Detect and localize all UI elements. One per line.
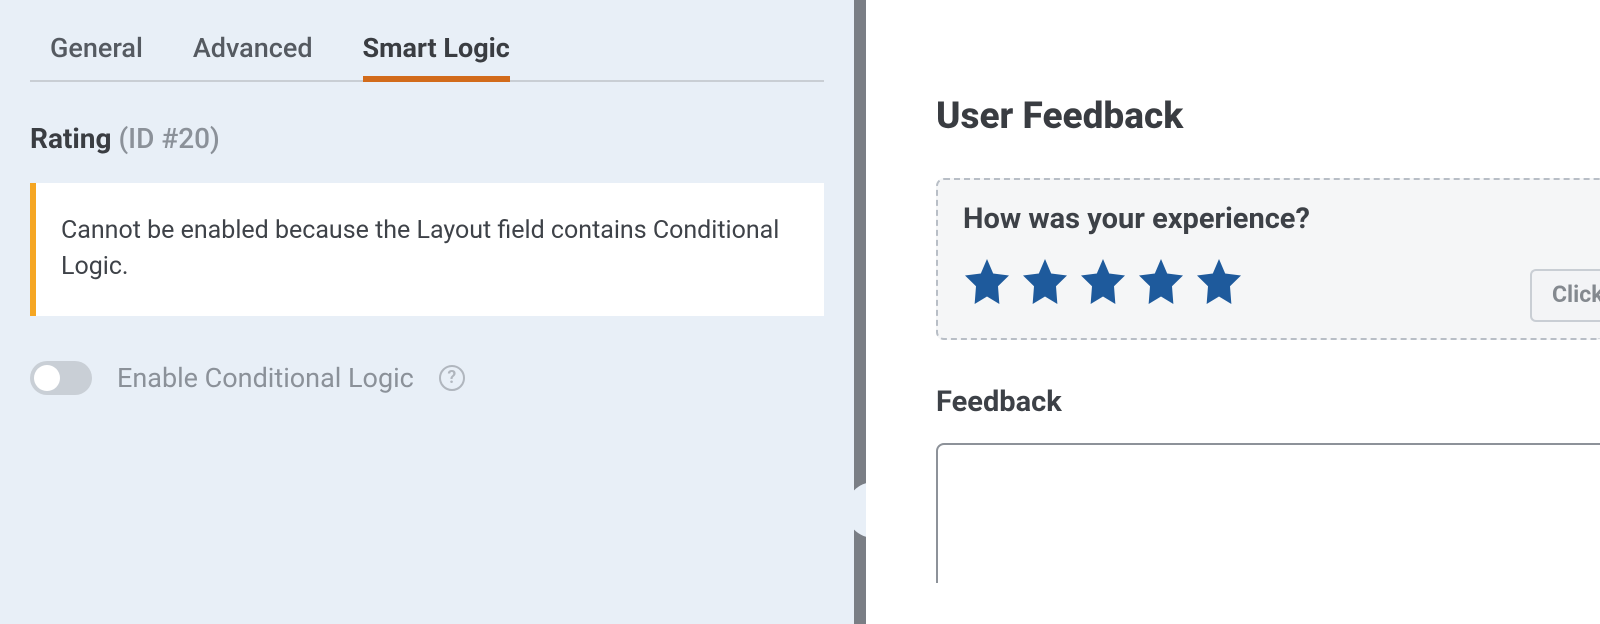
tab-smart-logic[interactable]: Smart Logic [363,20,510,80]
star-rating[interactable] [963,258,1600,306]
help-icon[interactable]: ? [439,365,465,391]
settings-panel: General Advanced Smart Logic Rating (ID … [0,0,854,624]
rating-field-label: How was your experience? [963,202,1600,236]
field-heading: Rating (ID #20) [30,122,824,155]
click-button[interactable]: Click [1530,269,1600,322]
field-id: (ID #20) [118,122,219,155]
conditional-logic-toggle[interactable] [30,361,92,395]
field-name: Rating [30,122,112,155]
panel-divider[interactable]: ‹ [854,0,866,624]
disabled-notice: Cannot be enabled because the Layout fie… [30,183,824,316]
star-icon[interactable] [1021,258,1069,306]
star-icon[interactable] [1195,258,1243,306]
feedback-textarea[interactable] [936,443,1600,583]
star-icon[interactable] [1137,258,1185,306]
rating-field[interactable]: How was your experience? Click [936,178,1600,340]
conditional-logic-label: Enable Conditional Logic [117,362,414,394]
star-icon[interactable] [1079,258,1127,306]
conditional-logic-row: Enable Conditional Logic ? [30,361,824,395]
tab-advanced[interactable]: Advanced [193,20,313,80]
form-title: User Feedback [936,95,1600,138]
star-icon[interactable] [963,258,1011,306]
tabs: General Advanced Smart Logic [30,20,824,82]
preview-panel: User Feedback How was your experience? C… [866,0,1600,624]
disabled-notice-text: Cannot be enabled because the Layout fie… [61,216,779,281]
feedback-label: Feedback [936,385,1600,419]
tab-general[interactable]: General [50,20,143,80]
